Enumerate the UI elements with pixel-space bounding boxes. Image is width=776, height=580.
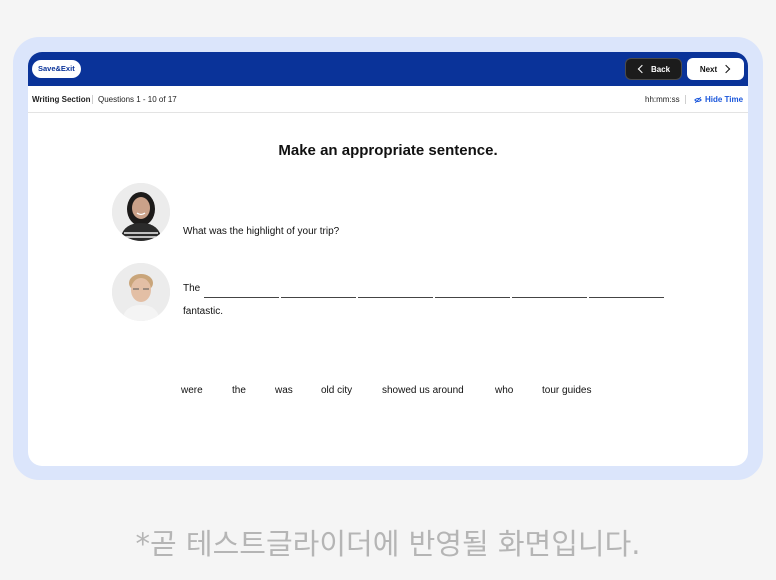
answer-blank-3[interactable] (358, 297, 433, 298)
back-button[interactable]: Back (625, 58, 682, 80)
word-option[interactable]: were (181, 385, 203, 396)
woman-portrait-icon (112, 183, 170, 241)
instruction-heading: Make an appropriate sentence. (278, 142, 498, 159)
back-label: Back (650, 64, 671, 74)
divider (685, 95, 686, 104)
man-portrait-icon (112, 263, 170, 321)
timer: hh:mm:ss (645, 95, 680, 104)
divider (92, 95, 93, 104)
question-progress: Questions 1 - 10 of 17 (98, 95, 177, 104)
save-exit-button[interactable]: Save&Exit (32, 60, 81, 78)
top-bar: Save&Exit Back Next (28, 52, 748, 86)
chevron-right-icon (721, 64, 731, 74)
answer-blank-2[interactable] (281, 297, 356, 298)
next-button[interactable]: Next (687, 58, 744, 80)
eye-off-icon (694, 96, 702, 103)
test-window: Save&Exit Back Next Writing Section Ques… (28, 52, 748, 466)
hide-time-label: Hide Time (705, 95, 744, 104)
answer-blank-6[interactable] (589, 297, 664, 298)
section-label: Writing Section (32, 95, 91, 104)
question-text: What was the highlight of your trip? (183, 226, 340, 237)
answer-blank-1[interactable] (204, 297, 279, 298)
next-label: Next (699, 64, 718, 74)
word-option[interactable]: was (275, 385, 293, 396)
answer-start: The (183, 283, 201, 294)
speaker-b-avatar (112, 263, 170, 321)
answer-blank-4[interactable] (435, 297, 510, 298)
word-option[interactable]: the (232, 385, 246, 396)
word-option[interactable]: who (495, 385, 513, 396)
word-option[interactable]: old city (321, 385, 352, 396)
chevron-left-icon (637, 64, 647, 74)
word-option[interactable]: tour guides (542, 385, 591, 396)
word-option[interactable]: showed us around (382, 385, 464, 396)
caption-text: *곧 테스트글라이더에 반영될 화면입니다. (135, 527, 641, 561)
answer-end: fantastic. (183, 306, 224, 317)
status-bar: Writing Section Questions 1 - 10 of 17 h… (28, 86, 748, 113)
speaker-a-avatar (112, 183, 170, 241)
hide-time-button[interactable]: Hide Time (694, 95, 743, 104)
answer-blank-5[interactable] (512, 297, 587, 298)
